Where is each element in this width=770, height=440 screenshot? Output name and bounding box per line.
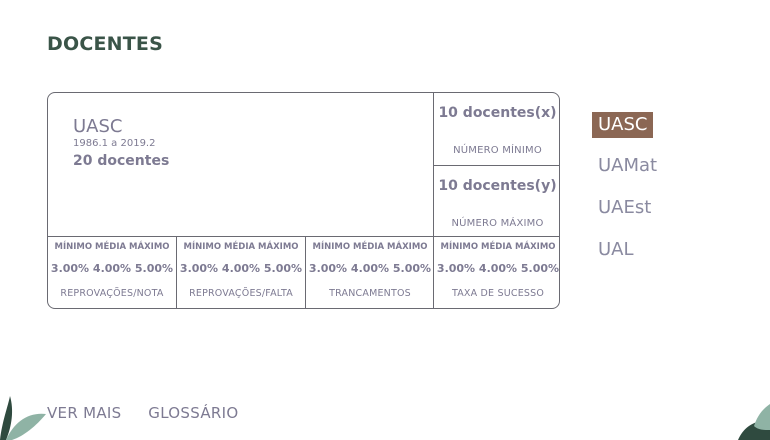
unit-option-uamat[interactable]: UAMat [592,152,663,180]
metric-name: REPROVAÇÕES/NOTA [60,288,164,299]
metric-name: REPROVAÇÕES/FALTA [189,288,293,299]
metric-name: TAXA DE SUCESSO [451,288,545,299]
unit-selector: UASC UAMat UAEst UAL [592,112,663,278]
max-docentes-label: NÚMERO MÁXIMO [451,218,544,229]
ver-mais-link[interactable]: VER MAIS [47,404,121,422]
metric-reprovacoes-nota: MÍNIMO MÉDIA MÁXIMO 3.00% 4.00% 5.00% RE… [48,238,176,308]
unit-option-uasc[interactable]: UASC [592,112,654,138]
metric-values: 3.00% 4.00% 5.00% [308,262,432,275]
metric-values: 3.00% 4.00% 5.00% [436,262,560,275]
page-title: DOCENTES [47,33,163,55]
footer-links: VER MAIS GLOSSÁRIO [47,404,260,422]
metric-header: MÍNIMO MÉDIA MÁXIMO [54,242,170,252]
metric-values: 3.00% 4.00% 5.00% [179,262,303,275]
leaf-decoration-left-icon [0,396,46,440]
unit-summary-card: UASC 1986.1 a 2019.2 20 docentes 10 doce… [47,92,560,309]
min-docentes-value: 10 docentes(x) [438,105,557,121]
metric-reprovacoes-falta: MÍNIMO MÉDIA MÁXIMO 3.00% 4.00% 5.00% RE… [177,238,305,308]
metric-trancamentos: MÍNIMO MÉDIA MÁXIMO 3.00% 4.00% 5.00% TR… [306,238,434,308]
total-docentes: 20 docentes [73,153,170,169]
metric-header: MÍNIMO MÉDIA MÁXIMO [183,242,299,252]
metric-name: TRANCAMENTOS [329,288,411,299]
unit-option-uaest[interactable]: UAEst [592,194,657,222]
min-docentes-label: NÚMERO MÍNIMO [453,145,542,156]
metric-values: 3.00% 4.00% 5.00% [50,262,174,275]
unit-option-ual[interactable]: UAL [592,236,640,264]
metric-header: MÍNIMO MÉDIA MÁXIMO [440,242,556,252]
leaf-decoration-right-icon [738,404,770,440]
max-docentes-box: 10 docentes(y) NÚMERO MÁXIMO [434,166,559,238]
period-range: 1986.1 a 2019.2 [73,138,156,149]
unit-name: UASC [73,116,123,137]
max-docentes-value: 10 docentes(y) [438,178,557,194]
metric-taxa-sucesso: MÍNIMO MÉDIA MÁXIMO 3.00% 4.00% 5.00% TA… [434,238,560,308]
unit-info: UASC 1986.1 a 2019.2 20 docentes [48,93,433,236]
min-docentes-box: 10 docentes(x) NÚMERO MÍNIMO [434,93,559,165]
metric-header: MÍNIMO MÉDIA MÁXIMO [312,242,428,252]
glossario-link[interactable]: GLOSSÁRIO [148,404,238,422]
